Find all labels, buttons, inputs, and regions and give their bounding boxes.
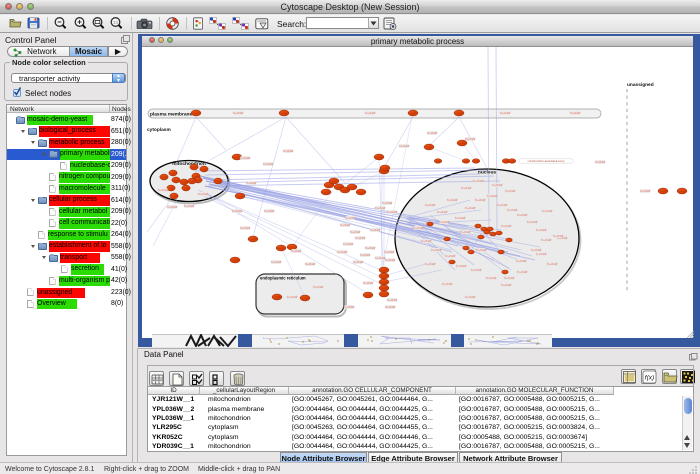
svg-text:YAL062W: YAL062W <box>337 251 348 254</box>
svg-text:YAL062W: YAL062W <box>399 145 410 148</box>
svg-text:YAL062W: YAL062W <box>370 229 381 232</box>
svg-text:YAL062W: YAL062W <box>365 247 376 250</box>
svg-text:YAL062W: YAL062W <box>360 254 371 257</box>
svg-text:YAL062W: YAL062W <box>382 202 393 205</box>
svg-text:YAL062W: YAL062W <box>291 250 302 253</box>
svg-text:YAL062W: YAL062W <box>461 187 472 190</box>
svg-text:YAL062W: YAL062W <box>476 249 487 252</box>
svg-text:YAL062W: YAL062W <box>504 277 515 280</box>
svg-text:YAL062W: YAL062W <box>345 217 356 220</box>
svg-text:YAL062W: YAL062W <box>486 277 497 280</box>
svg-text:plasma membrane: plasma membrane <box>150 111 192 117</box>
svg-text:YAL062W: YAL062W <box>465 207 476 210</box>
svg-text:YAL062W: YAL062W <box>363 282 374 285</box>
svg-text:YAL062W: YAL062W <box>365 112 376 115</box>
svg-text:YAL062W: YAL062W <box>595 161 606 164</box>
svg-text:YAL062W: YAL062W <box>427 132 438 135</box>
svg-text:YAL062W: YAL062W <box>501 284 512 287</box>
svg-text:YAL062W: YAL062W <box>497 204 508 207</box>
svg-text:YAL062W: YAL062W <box>542 210 553 213</box>
svg-text:mitochondrion: mitochondrion <box>172 161 206 167</box>
svg-text:YAL062W: YAL062W <box>384 251 395 254</box>
svg-text:YAL062W: YAL062W <box>431 249 442 252</box>
svg-text:YAL062W: YAL062W <box>263 163 274 166</box>
svg-text:YAL062W: YAL062W <box>437 211 448 214</box>
svg-text:YAL062W: YAL062W <box>350 231 361 234</box>
svg-text:YAL062W: YAL062W <box>505 190 516 193</box>
svg-text:YAL062W: YAL062W <box>387 299 398 302</box>
svg-text:YAL062W: YAL062W <box>541 239 552 242</box>
svg-text:YAL062W: YAL062W <box>473 180 484 183</box>
svg-text:YAL062W: YAL062W <box>233 112 244 115</box>
svg-text:YAL062W: YAL062W <box>385 306 396 309</box>
svg-text:YAL062W: YAL062W <box>527 221 538 224</box>
svg-text:YAL062W: YAL062W <box>385 259 396 262</box>
svg-text:YAL062W: YAL062W <box>240 157 251 160</box>
svg-text:YAL062W: YAL062W <box>421 240 432 243</box>
svg-text:YAL062W: YAL062W <box>305 263 316 266</box>
svg-text:YAL062W: YAL062W <box>425 204 436 207</box>
svg-text:YAL062W: YAL062W <box>517 214 528 217</box>
svg-text:YAL062W: YAL062W <box>536 253 547 256</box>
svg-text:YAL062W: YAL062W <box>531 249 542 252</box>
svg-text:YAL062W: YAL062W <box>517 271 528 274</box>
svg-text:YAL062W: YAL062W <box>460 231 471 234</box>
svg-text:endoplasmic reticulum: endoplasmic reticulum <box>260 276 306 281</box>
svg-text:YAL062W: YAL062W <box>343 243 354 246</box>
svg-text:YAL062W: YAL062W <box>475 199 486 202</box>
svg-text:YAL062W: YAL062W <box>355 237 366 240</box>
svg-text:YAL062W: YAL062W <box>547 263 558 266</box>
svg-text:YAL062W: YAL062W <box>536 229 547 232</box>
svg-text:YAL062W: YAL062W <box>456 265 467 268</box>
svg-text:1:1: 1:1 <box>113 21 118 25</box>
svg-text:YAL062W: YAL062W <box>465 138 476 141</box>
svg-text:YAL062W: YAL062W <box>465 296 476 299</box>
svg-text:YAL062W: YAL062W <box>264 210 275 213</box>
svg-text:YAL062W: YAL062W <box>240 227 251 230</box>
svg-text:cytoplasm: cytoplasm <box>147 127 171 133</box>
svg-text:YAL062W: YAL062W <box>283 150 294 153</box>
svg-text:YAL062W: YAL062W <box>492 184 503 187</box>
svg-text:YAL062W: YAL062W <box>640 190 651 193</box>
svg-text:YAL062W: YAL062W <box>487 195 498 198</box>
svg-text:YAL062W: YAL062W <box>447 199 458 202</box>
svg-text:YAL062W: YAL062W <box>501 225 512 228</box>
svg-text:YAL062W: YAL062W <box>344 306 355 309</box>
svg-text:YAL062W: YAL062W <box>287 296 298 299</box>
svg-text:YAL062W: YAL062W <box>516 260 527 263</box>
svg-text:YAL062W: YAL062W <box>471 269 482 272</box>
svg-text:YAL062W: YAL062W <box>413 227 424 230</box>
svg-text:YAL062W: YAL062W <box>442 283 453 286</box>
svg-text:YAL062W: YAL062W <box>271 261 282 264</box>
svg-text:YAL062W: YAL062W <box>353 261 364 264</box>
svg-text:YAL062W: YAL062W <box>425 263 436 266</box>
svg-text:YAL062W: YAL062W <box>570 112 581 115</box>
svg-text:YAL062W: YAL062W <box>340 224 351 227</box>
svg-text:mitochondrion-associated-comp: mitochondrion-associated-comp <box>528 159 565 163</box>
svg-text:YAL062W: YAL062W <box>500 112 511 115</box>
svg-text:unassigned: unassigned <box>627 82 654 88</box>
svg-text:YAL062W: YAL062W <box>158 189 169 192</box>
svg-text:YAL062W: YAL062W <box>313 286 324 289</box>
svg-text:YAL062W: YAL062W <box>387 211 398 214</box>
svg-text:YAL062W: YAL062W <box>246 182 257 185</box>
svg-text:YAL062W: YAL062W <box>198 193 209 196</box>
svg-text:YAL062W: YAL062W <box>507 209 518 212</box>
svg-text:YAL062W: YAL062W <box>439 221 450 224</box>
svg-text:YAL062W: YAL062W <box>553 235 564 238</box>
svg-text:YAL062W: YAL062W <box>455 217 466 220</box>
svg-text:YAL062W: YAL062W <box>445 255 456 258</box>
svg-text:YAL062W: YAL062W <box>167 206 178 209</box>
svg-text:YAL062W: YAL062W <box>184 205 195 208</box>
svg-text:YAL062W: YAL062W <box>375 207 386 210</box>
svg-text:YAL062W: YAL062W <box>232 210 243 213</box>
